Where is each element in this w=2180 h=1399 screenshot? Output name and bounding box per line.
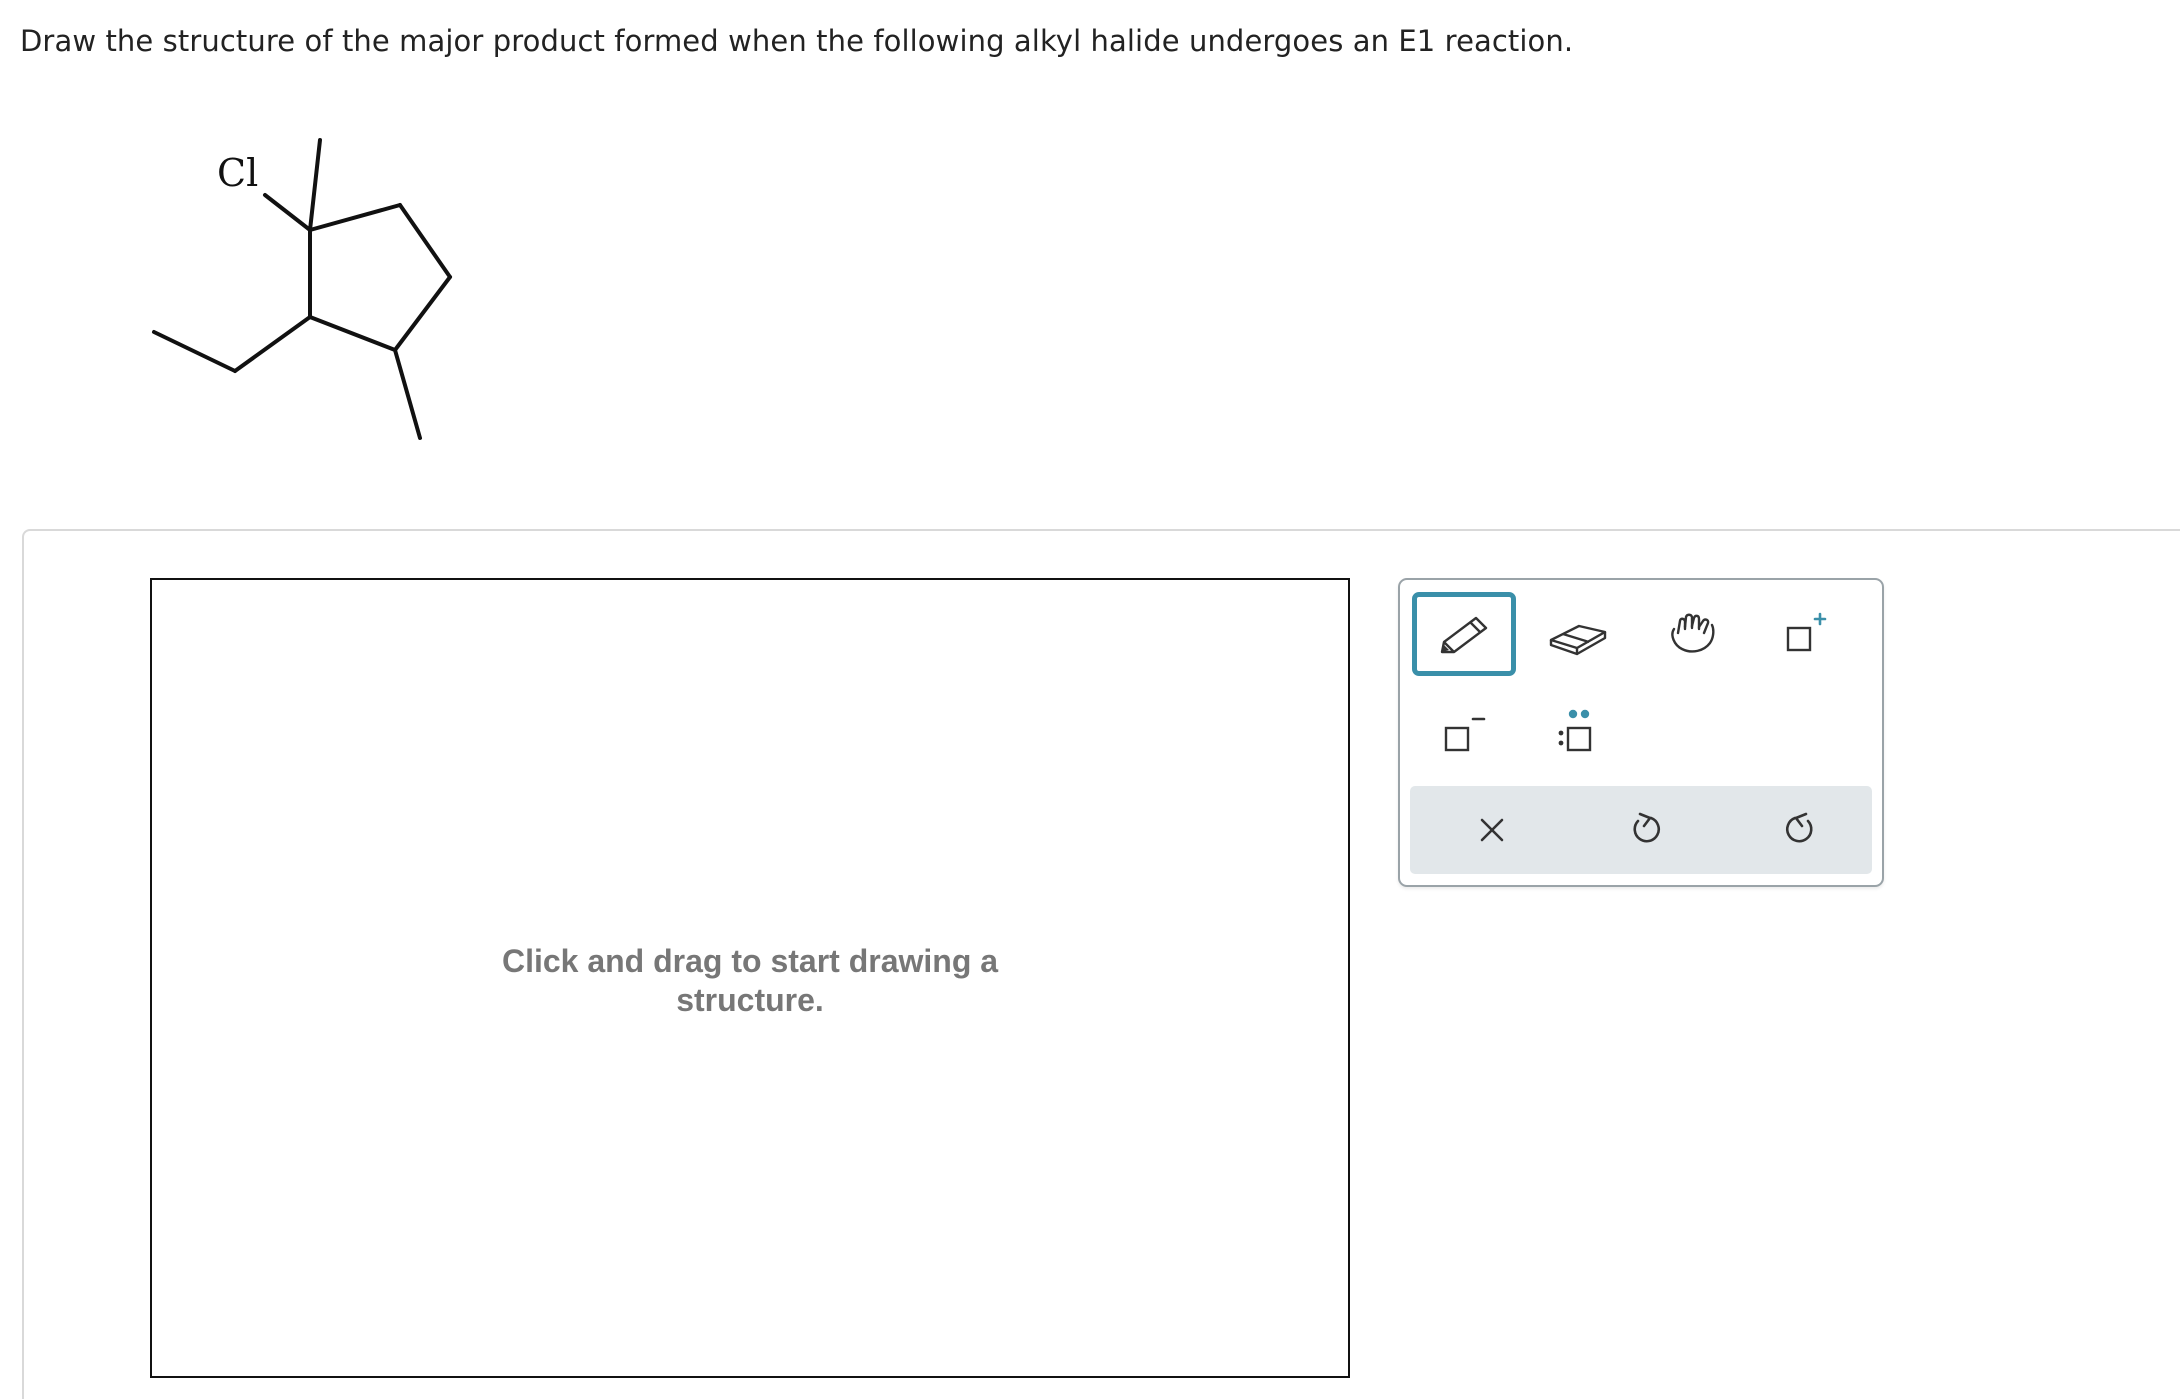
move-tool-button[interactable] [1640,592,1744,676]
eraser-tool-button[interactable] [1526,592,1630,676]
redo-icon [1785,812,1813,843]
hand-icon [1671,613,1715,653]
drawing-canvas[interactable]: Click and drag to start drawing a struct… [150,578,1350,1378]
lone-pair-tool-button[interactable] [1526,690,1630,774]
page: Draw the structure of the major product … [0,0,2180,1399]
bond-c1-methyl [308,138,322,232]
undo-button[interactable] [1596,786,1696,874]
bond-c3-c4 [393,275,452,352]
clear-button[interactable] [1442,786,1542,874]
negative-charge-tool-button[interactable] [1412,690,1516,774]
bond-c1-c2 [308,203,402,232]
bond-c4-c5 [308,315,397,352]
bond-c4-methyl [393,348,422,440]
pencil-icon [1440,616,1488,654]
bond-c2-c3 [398,203,452,279]
eraser-icon [1549,624,1607,656]
canvas-hint: Click and drag to start drawing a struct… [152,942,1348,1020]
drawing-toolbar [1398,578,1884,887]
box-lone-pair-icon [1558,709,1592,752]
bond-ethyl-2 [152,330,237,373]
alkyl-halide-structure: Cl [140,130,480,450]
box-plus-icon [1786,612,1827,652]
bond-c1-cl [263,193,312,232]
redo-button[interactable] [1750,786,1850,874]
bond-c5-ethyl-1 [233,315,312,373]
canvas-hint-line-1: Click and drag to start drawing a [501,943,999,979]
molecule-drawing: Cl [152,138,452,440]
chlorine-label: Cl [217,151,258,195]
positive-charge-tool-button[interactable] [1754,592,1858,676]
canvas-hint-line-2: structure. [676,982,824,1018]
close-icon [1480,818,1504,842]
pencil-tool-button[interactable] [1412,592,1516,676]
box-minus-icon [1444,717,1486,752]
question-text: Draw the structure of the major product … [20,24,1574,58]
undo-icon [1633,812,1661,843]
action-bar [1410,786,1872,874]
